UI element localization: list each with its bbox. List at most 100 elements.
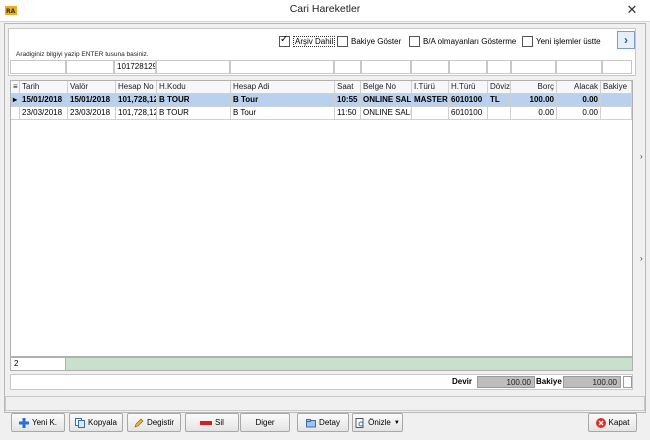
table-cell: B TOUR [157, 107, 231, 120]
copy-icon [75, 417, 86, 428]
column-header: Hesap Adi [231, 81, 335, 94]
degistir-button[interactable]: Degistir [127, 413, 181, 432]
table-cell: 0.00 [557, 94, 601, 107]
minus-icon [200, 420, 213, 425]
column-header: Hesap No [116, 81, 157, 94]
devir-value: 100.00 [477, 376, 535, 388]
totals-bar: Devir 100.00 Bakiye 100.00 [10, 374, 633, 390]
column-header: Belge No [361, 81, 412, 94]
onizle-button[interactable]: Önizle ▼ [352, 413, 403, 432]
table-cell: 0.00 [557, 107, 601, 120]
detay-label: Detay [319, 418, 340, 427]
sil-label: Sil [215, 418, 224, 427]
window-title: Cari Hareketler [289, 3, 361, 15]
diger-label: Diger [255, 418, 275, 427]
bottom-toolbar: Yeni K. Kopyala Degistir Sil Diger Detay… [0, 413, 650, 440]
yeni-kayit-label: Yeni K. [31, 418, 58, 427]
table-cell: 101,728,12 [116, 94, 157, 107]
filter-input[interactable] [511, 60, 556, 74]
table-cell: B Tour [231, 94, 335, 107]
record-count-bar: 2 [10, 357, 633, 371]
yeni-ustte-checkbox[interactable]: Yeni işlemler üstte [522, 34, 601, 48]
filter-input[interactable] [230, 60, 334, 74]
arsiv-dahil-checkbox[interactable]: Arşiv Dahil [279, 34, 336, 48]
dropdown-arrow-icon[interactable]: ▼ [394, 420, 400, 426]
table-cell: 11:50 [335, 107, 361, 120]
diger-button[interactable]: Diger [240, 413, 290, 432]
transactions-grid: ≡ Tarih Valör Hesap No H.Kodu Hesap Adi Saat Be… [10, 80, 633, 357]
filter-input[interactable] [449, 60, 487, 74]
table-cell [601, 107, 632, 120]
totals-spacer [623, 376, 632, 388]
row-indicator-icon [11, 107, 20, 120]
filter-input[interactable] [411, 60, 449, 74]
table-cell: 15/01/2018 [20, 94, 68, 107]
filter-input[interactable] [334, 60, 361, 74]
filter-input[interactable] [602, 60, 632, 74]
record-count: 2 [11, 358, 66, 370]
column-header: Tarih [20, 81, 68, 94]
yeni-ustte-label: Yeni işlemler üstte [536, 36, 601, 46]
table-cell [488, 107, 511, 120]
scroll-right-icon[interactable]: › [640, 152, 643, 161]
bakiye-value: 100.00 [563, 376, 621, 388]
bakiye-label: Bakiye [536, 377, 562, 386]
devir-label: Devir [452, 377, 473, 386]
column-header: Bakiye [601, 81, 632, 94]
filter-input[interactable] [361, 60, 411, 74]
bakiye-goster-checkbox[interactable]: Bakiye Göster [337, 34, 401, 48]
table-cell: 15/01/2018 [68, 94, 116, 107]
window-close-button[interactable]: ✕ [614, 0, 650, 21]
filter-input[interactable] [556, 60, 602, 74]
search-filter-row: 101728129 [10, 60, 632, 74]
close-circle-icon [595, 417, 606, 428]
scroll-right-icon[interactable]: › [640, 254, 643, 263]
table-cell: 100.00 [511, 94, 557, 107]
filter-input[interactable] [10, 60, 66, 74]
row-indicator-icon: ▸ [11, 94, 20, 107]
title-bar: RA Cari Hareketler ✕ [0, 0, 650, 22]
print-preview-icon [355, 417, 364, 428]
next-arrow-button[interactable]: › [617, 31, 635, 49]
column-header: I.Türü [412, 81, 449, 94]
ba-gosterme-label: B/A olmayanları Gösterme [423, 36, 517, 46]
plus-icon [18, 417, 29, 428]
table-cell: B Tour [231, 107, 335, 120]
arsiv-dahil-label: Arşiv Dahil [293, 35, 336, 47]
kopyala-label: Kopyala [88, 418, 117, 427]
table-row[interactable]: 23/03/2018 23/03/2018 101,728,12 B TOUR B To… [11, 107, 632, 120]
table-cell: 6010100 [449, 107, 488, 120]
kapat-label: Kapat [608, 418, 630, 427]
sil-button[interactable]: Sil [185, 413, 239, 432]
kapat-button[interactable]: Kapat [588, 413, 637, 432]
column-header: Saat [335, 81, 361, 94]
yeni-kayit-button[interactable]: Yeni K. [11, 413, 65, 432]
ba-gosterme-checkbox[interactable]: B/A olmayanları Gösterme [409, 34, 516, 48]
folder-icon [306, 418, 317, 427]
checkbox-unchecked-icon [337, 35, 348, 47]
table-cell: TL [488, 94, 511, 107]
table-cell: 10:55 [335, 94, 361, 107]
search-hint: Aradiginiz bilgiyi yazip ENTER tusuna ba… [16, 51, 149, 58]
table-cell: 0.00 [511, 107, 557, 120]
table-cell [601, 94, 632, 107]
table-cell: B TOUR [157, 94, 231, 107]
grid-menu-icon[interactable]: ≡ [11, 81, 20, 94]
column-header: Borç [511, 81, 557, 94]
bakiye-goster-label: Bakiye Göster [351, 36, 402, 46]
checkbox-unchecked-icon [522, 35, 533, 47]
table-cell: 101,728,12 [116, 107, 157, 120]
onizle-label: Önizle [368, 418, 391, 427]
filter-input[interactable]: 101728129 [114, 60, 156, 74]
table-row[interactable]: ▸ 15/01/2018 15/01/2018 101,728,12 B TOUR B T… [11, 94, 632, 107]
checkbox-unchecked-icon [409, 35, 420, 47]
filter-input[interactable] [156, 60, 230, 74]
detay-button[interactable]: Detay [297, 413, 349, 432]
column-header: Valör [68, 81, 116, 94]
table-cell: 23/03/2018 [68, 107, 116, 120]
kopyala-button[interactable]: Kopyala [69, 413, 123, 432]
checkbox-checked-icon [279, 34, 290, 47]
grid-header-row: ≡ Tarih Valör Hesap No H.Kodu Hesap Adi Saat Be… [11, 81, 632, 94]
filter-input[interactable] [66, 60, 114, 74]
filter-input[interactable] [487, 60, 511, 74]
